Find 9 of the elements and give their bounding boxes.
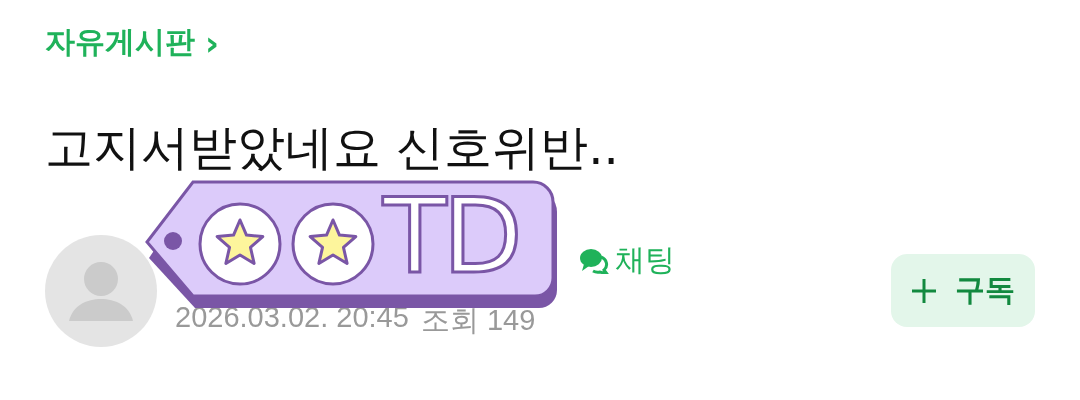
avatar-icon — [45, 234, 157, 347]
view-count: 조회 149 — [420, 303, 536, 339]
post-title: 고지서받았네요 신호위반.. — [45, 119, 620, 177]
subscribe-button[interactable]: 구독 — [891, 254, 1035, 328]
chat-link[interactable]: 채팅 — [579, 240, 675, 282]
chat-bubbles-icon — [579, 247, 611, 274]
sticker-text: TD — [383, 184, 519, 288]
plus-icon — [911, 277, 937, 304]
board-link[interactable]: 자유게시판 › — [45, 22, 219, 63]
